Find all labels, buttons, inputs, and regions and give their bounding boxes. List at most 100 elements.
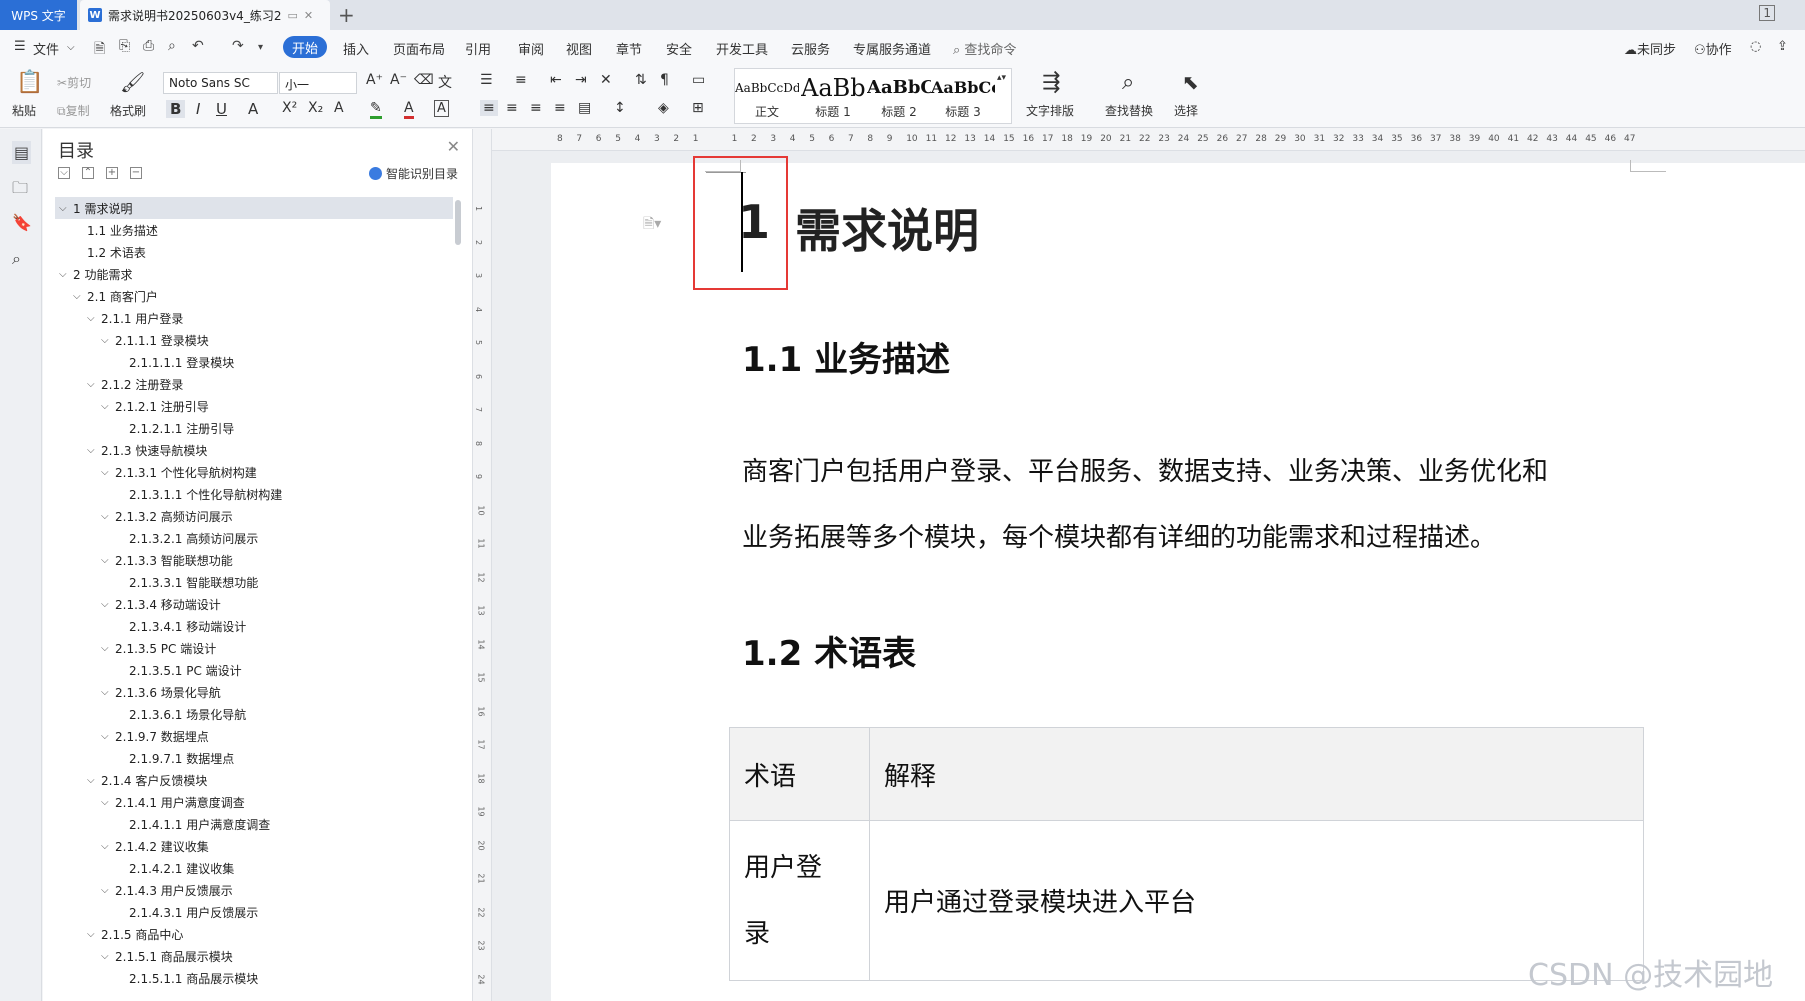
- find-replace-button[interactable]: 查找替换: [1105, 102, 1153, 119]
- toc-item[interactable]: 2.1.4.3.1 用户反馈展示: [55, 901, 453, 923]
- copy-button[interactable]: ⧉复制: [57, 102, 90, 119]
- menu-developer[interactable]: 开发工具: [716, 39, 768, 58]
- align-left-icon[interactable]: ≡: [480, 100, 498, 116]
- chevron-down-icon[interactable]: ⌵: [101, 467, 115, 478]
- hamburger-icon[interactable]: ☰: [14, 39, 26, 54]
- chevron-down-icon[interactable]: ⌵: [87, 445, 101, 456]
- search-panel-icon[interactable]: ⌕: [12, 249, 21, 269]
- cut-button[interactable]: ✂剪切: [57, 74, 91, 91]
- text-layout-icon[interactable]: ⇶: [1042, 70, 1060, 95]
- chevron-down-icon[interactable]: ⌵: [87, 775, 101, 786]
- style-heading-2[interactable]: AaBbC 标题 2: [867, 73, 931, 125]
- toc-item[interactable]: ⌵ 2.1.3.5 PC 端设计: [55, 637, 453, 659]
- align-right-icon[interactable]: ≡: [530, 100, 542, 116]
- print-preview-icon[interactable]: ⌕: [168, 38, 176, 54]
- toc-item[interactable]: 2.1.1.1.1 登录模块: [55, 351, 453, 373]
- select-button[interactable]: 选择: [1174, 102, 1198, 119]
- table-header-term[interactable]: 术语: [729, 727, 870, 821]
- tab-stop-icon[interactable]: ▭: [692, 72, 705, 88]
- toc-up-icon[interactable]: ⌃: [82, 167, 94, 179]
- paste-icon[interactable]: 📋: [16, 70, 43, 95]
- underline-button[interactable]: U: [216, 100, 227, 118]
- font-name-select[interactable]: Noto Sans SC: [163, 72, 278, 94]
- toc-item[interactable]: ⌵ 2.1.4.1 用户满意度调查: [55, 791, 453, 813]
- toc-item[interactable]: ⌵ 2.1.3 快速导航模块: [55, 439, 453, 461]
- chevron-down-icon[interactable]: ⌵: [101, 885, 115, 896]
- menu-references[interactable]: 引用: [465, 39, 491, 58]
- app-tab[interactable]: WPS 文字: [0, 0, 77, 30]
- table-header-explanation[interactable]: 解释: [869, 727, 1644, 821]
- toc-scrollbar[interactable]: [455, 200, 461, 245]
- customize-toolbar-icon[interactable]: ▾: [258, 42, 263, 53]
- toc-item[interactable]: ⌵ 2.1.3.1 个性化导航树构建: [55, 461, 453, 483]
- numbered-list-icon[interactable]: ≡: [515, 72, 527, 88]
- paste-button[interactable]: 粘贴: [12, 102, 36, 119]
- toc-collapse-icon[interactable]: ⌵: [58, 167, 70, 179]
- bold-button[interactable]: B: [166, 100, 186, 118]
- align-center-icon[interactable]: ≡: [506, 100, 518, 116]
- redo-icon[interactable]: ↷: [232, 38, 244, 54]
- increase-indent-icon[interactable]: ⇥: [575, 72, 587, 88]
- new-tab-button[interactable]: +: [338, 3, 355, 27]
- share-icon[interactable]: ⇪: [1777, 39, 1788, 54]
- chevron-down-icon[interactable]: ⌵: [87, 313, 101, 324]
- toc-remove-icon[interactable]: −: [130, 167, 142, 179]
- chinese-layout-icon[interactable]: ✕: [600, 72, 612, 88]
- toc-item[interactable]: 1.1 业务描述: [55, 219, 453, 241]
- comment-icon[interactable]: ◌: [1750, 39, 1761, 54]
- grow-font-icon[interactable]: A⁺: [366, 72, 383, 88]
- table-cell-term[interactable]: 用户登 录: [729, 820, 870, 981]
- menu-file[interactable]: 文件: [33, 39, 59, 58]
- search-command[interactable]: ⌕ 查找命令: [953, 39, 1016, 58]
- cursor-select-icon[interactable]: ⬉: [1182, 70, 1199, 94]
- undo-icon[interactable]: ↶: [192, 38, 204, 54]
- toc-item[interactable]: 2.1.3.3.1 智能联想功能: [55, 571, 453, 593]
- shading-icon[interactable]: ◈: [658, 100, 669, 116]
- superscript-button[interactable]: X²: [282, 100, 297, 116]
- text-layout-button[interactable]: 文字排版: [1026, 102, 1074, 119]
- toc-item[interactable]: 2.1.3.2.1 高频访问展示: [55, 527, 453, 549]
- menu-view[interactable]: 视图: [566, 39, 592, 58]
- toc-item[interactable]: ⌵ 2.1.3.3 智能联想功能: [55, 549, 453, 571]
- char-border-button[interactable]: A: [434, 100, 449, 117]
- chapter-nav-icon[interactable]: 🗀: [12, 177, 28, 204]
- window-icon[interactable]: ▭: [287, 9, 297, 22]
- toc-panel-icon[interactable]: ▤: [12, 141, 32, 164]
- toc-add-icon[interactable]: +: [106, 167, 118, 179]
- menu-start[interactable]: 开始: [283, 36, 327, 58]
- menu-insert[interactable]: 插入: [343, 39, 369, 58]
- style-normal[interactable]: AaBbCcDd 正文: [735, 73, 799, 125]
- chevron-down-icon[interactable]: ⌵: [87, 379, 101, 390]
- toc-item[interactable]: ⌵ 2.1.2.1 注册引导: [55, 395, 453, 417]
- chevron-down-icon[interactable]: ⌵: [67, 42, 75, 53]
- chevron-down-icon[interactable]: ⌵: [59, 269, 73, 280]
- text-effect-button[interactable]: A: [334, 100, 344, 116]
- find-icon[interactable]: ⌕: [1122, 70, 1134, 95]
- toc-item[interactable]: 2.1.2.1.1 注册引导: [55, 417, 453, 439]
- sync-status[interactable]: ☁未同步: [1624, 39, 1676, 58]
- highlight-button[interactable]: ✎: [370, 100, 382, 119]
- menu-cloud-service[interactable]: 云服务: [791, 39, 830, 58]
- style-heading-1[interactable]: AaBb 标题 1: [801, 73, 865, 125]
- chevron-down-icon[interactable]: ⌵: [101, 797, 115, 808]
- font-color-button[interactable]: A: [404, 100, 414, 119]
- toc-item[interactable]: 1.2 术语表: [55, 241, 453, 263]
- chevron-down-icon[interactable]: ⌵: [87, 929, 101, 940]
- menu-page-layout[interactable]: 页面布局: [393, 39, 445, 58]
- border-icon[interactable]: ⊞: [692, 100, 704, 116]
- toc-item[interactable]: ⌵ 2.1.2 注册登录: [55, 373, 453, 395]
- distribute-icon[interactable]: ▤: [578, 100, 591, 116]
- show-marks-icon[interactable]: ¶: [660, 72, 669, 88]
- format-painter-icon[interactable]: 🖌: [120, 70, 145, 94]
- print-icon[interactable]: ⎙: [143, 38, 154, 54]
- menu-chapter[interactable]: 章节: [616, 39, 642, 58]
- toc-item[interactable]: 2.1.5.1.1 商品展示模块: [55, 967, 453, 989]
- toc-item[interactable]: ⌵ 2.1 商客门户: [55, 285, 453, 307]
- toc-item[interactable]: ⌵ 2.1.5.1 商品展示模块: [55, 945, 453, 967]
- menu-review[interactable]: 审阅: [518, 39, 544, 58]
- collab-button[interactable]: ⚇协作: [1694, 39, 1732, 58]
- toc-item[interactable]: 2.1.4.2.1 建议收集: [55, 857, 453, 879]
- chevron-down-icon[interactable]: ⌵: [101, 731, 115, 742]
- toc-item[interactable]: ⌵ 2.1.4 客户反馈模块: [55, 769, 453, 791]
- toc-item[interactable]: 2.1.3.6.1 场景化导航: [55, 703, 453, 725]
